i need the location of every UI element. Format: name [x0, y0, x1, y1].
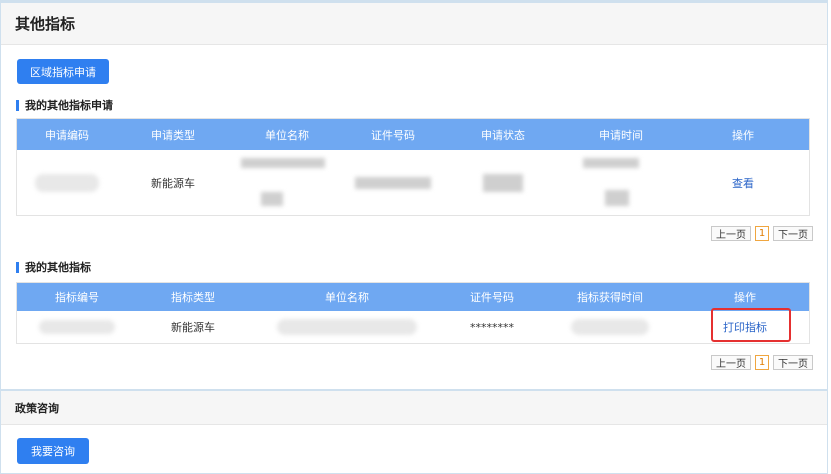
- redacted-status: [483, 173, 523, 192]
- col-header: 指标获得时间: [577, 291, 643, 304]
- current-page[interactable]: 1: [755, 226, 769, 241]
- cell-type: 新能源车: [171, 321, 215, 334]
- next-page-button[interactable]: 下一页: [773, 226, 813, 241]
- current-page[interactable]: 1: [755, 355, 769, 370]
- indicators-section-title: 我的其他指标: [16, 262, 91, 273]
- policy-panel: 政策咨询: [0, 390, 828, 474]
- col-header: 申请状态: [481, 128, 525, 142]
- col-header: 指标类型: [171, 291, 215, 304]
- col-header: 证件号码: [371, 128, 415, 142]
- col-header: 单位名称: [325, 291, 369, 304]
- redacted-code: [39, 320, 115, 334]
- redacted-company: [241, 158, 325, 168]
- next-page-button[interactable]: 下一页: [773, 355, 813, 370]
- indicators-table: 指标编号 指标类型 单位名称 证件号码 指标获得时间 操作 新能源车 *****…: [16, 282, 810, 344]
- col-header: 申请类型: [151, 128, 195, 142]
- prev-page-button[interactable]: 上一页: [711, 355, 751, 370]
- redacted-code: [35, 173, 99, 192]
- redacted-time: [571, 319, 649, 335]
- redacted-cert: [355, 176, 431, 189]
- applications-table: 申请编码 申请类型 单位名称 证件号码 申请状态 申请时间 操作 新能源车 查看: [16, 118, 810, 216]
- cell-cert: ********: [470, 320, 514, 334]
- consult-button[interactable]: 我要咨询: [17, 438, 89, 464]
- redacted-time: [583, 158, 639, 168]
- prev-page-button[interactable]: 上一页: [711, 226, 751, 241]
- table-header: 申请编码 申请类型 单位名称 证件号码 申请状态 申请时间 操作: [17, 119, 809, 150]
- col-header: 操作: [732, 128, 754, 142]
- indicators-pagination: 上一页 1 下一页: [711, 355, 813, 370]
- col-header: 申请时间: [599, 128, 643, 142]
- table-row: 新能源车 查看: [17, 150, 809, 215]
- col-header: 指标编号: [55, 291, 99, 304]
- region-apply-button[interactable]: 区域指标申请: [17, 59, 109, 84]
- page-title: 其他指标: [15, 15, 76, 33]
- table-row: 新能源车 ******** 打印指标: [17, 311, 809, 343]
- panel-header: 政策咨询: [1, 391, 827, 425]
- col-header: 单位名称: [265, 128, 309, 142]
- policy-title: 政策咨询: [15, 401, 59, 415]
- applications-pagination: 上一页 1 下一页: [711, 226, 813, 241]
- redacted-time: [605, 190, 629, 206]
- cell-type: 新能源车: [151, 176, 195, 190]
- panel-header: 其他指标: [1, 3, 827, 45]
- highlight-box: [711, 308, 791, 342]
- redacted-company: [277, 319, 417, 335]
- table-header: 指标编号 指标类型 单位名称 证件号码 指标获得时间 操作: [17, 283, 809, 311]
- applications-section-title: 我的其他指标申请: [16, 100, 113, 111]
- redacted-company: [261, 192, 283, 206]
- col-header: 操作: [734, 291, 756, 304]
- view-link[interactable]: 查看: [732, 175, 754, 191]
- col-header: 证件号码: [470, 291, 514, 304]
- col-header: 申请编码: [45, 128, 89, 142]
